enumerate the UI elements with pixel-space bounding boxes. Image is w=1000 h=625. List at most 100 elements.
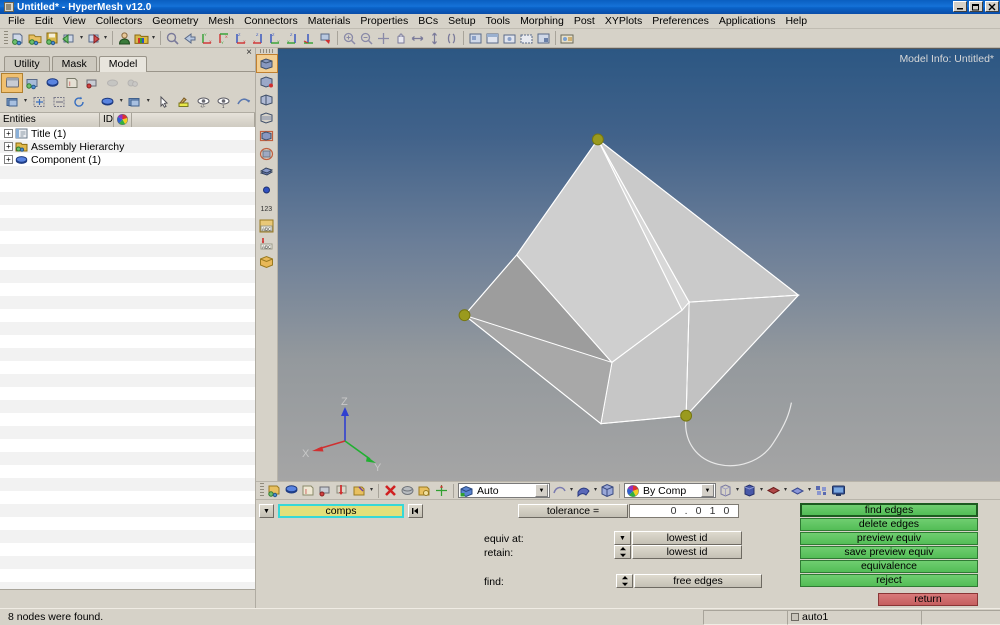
solid-box-icon[interactable] bbox=[741, 482, 758, 499]
tab-model[interactable]: Model bbox=[98, 56, 148, 72]
refresh-icon[interactable] bbox=[69, 93, 89, 111]
surface-display-dropdown-arrow[interactable]: ▾ bbox=[592, 482, 599, 499]
mesh-lines-icon[interactable] bbox=[257, 109, 277, 126]
geometry-toolbar-grip[interactable] bbox=[260, 483, 264, 498]
toolbar-grip[interactable] bbox=[4, 30, 8, 46]
numbers-123-icon[interactable]: 123 bbox=[257, 199, 277, 216]
node-edit-icon[interactable] bbox=[334, 482, 351, 499]
geometry-dropdown-arrow[interactable]: ▾ bbox=[368, 482, 375, 499]
menu-item-tools[interactable]: Tools bbox=[481, 14, 516, 29]
menu-item-edit[interactable]: Edit bbox=[30, 14, 58, 29]
screenshot-icon[interactable] bbox=[559, 30, 576, 47]
expand-all-icon[interactable] bbox=[29, 93, 49, 111]
zoom-in-icon[interactable] bbox=[341, 30, 358, 47]
export-dropdown-arrow[interactable]: ▾ bbox=[102, 30, 109, 47]
reject-button[interactable]: reject bbox=[800, 574, 978, 587]
menu-item-help[interactable]: Help bbox=[780, 14, 812, 29]
axis-xz-icon[interactable]: ZX bbox=[249, 30, 266, 47]
save-preview-equiv-button[interactable]: save preview equiv bbox=[800, 546, 978, 559]
menu-item-collectors[interactable]: Collectors bbox=[91, 14, 148, 29]
diamond-dropdown-arrow[interactable]: ▾ bbox=[782, 482, 789, 499]
retain-value[interactable]: lowest id bbox=[632, 545, 742, 559]
panel-close-icon[interactable]: × bbox=[246, 48, 252, 58]
solver-icon[interactable] bbox=[82, 74, 102, 92]
equiv-at-value[interactable]: lowest id bbox=[632, 531, 742, 545]
status-field-right[interactable] bbox=[921, 609, 1000, 625]
comps-selector-button[interactable]: comps bbox=[278, 504, 404, 518]
geom-edit-icon[interactable] bbox=[283, 482, 300, 499]
retain-spinner[interactable] bbox=[614, 545, 631, 559]
find-edges-button[interactable]: find edges bbox=[800, 503, 978, 517]
expander-icon[interactable]: + bbox=[4, 155, 13, 164]
flag-icon[interactable] bbox=[317, 30, 334, 47]
equivalence-button[interactable]: equivalence bbox=[800, 560, 978, 573]
expander-icon[interactable]: + bbox=[4, 129, 13, 138]
wire-box-icon[interactable] bbox=[717, 482, 734, 499]
menu-item-post[interactable]: Post bbox=[569, 14, 600, 29]
new-model-icon[interactable] bbox=[10, 30, 27, 47]
menu-item-mesh[interactable]: Mesh bbox=[203, 14, 239, 29]
solid-display-icon[interactable] bbox=[599, 482, 616, 499]
geom-temp-icon[interactable] bbox=[317, 482, 334, 499]
view-iso-icon[interactable] bbox=[501, 30, 518, 47]
surfaces-icon[interactable] bbox=[257, 163, 277, 180]
tab-mask[interactable]: Mask bbox=[51, 56, 97, 71]
axis-yz-icon[interactable]: ZY bbox=[283, 30, 300, 47]
open-model-icon[interactable] bbox=[27, 30, 44, 47]
export-icon[interactable] bbox=[85, 30, 102, 47]
view-named-icon[interactable] bbox=[535, 30, 552, 47]
display-folder-dropdown-arrow[interactable]: ▾ bbox=[145, 93, 152, 110]
line-display-icon[interactable] bbox=[551, 482, 568, 499]
chevron-down-icon[interactable]: ▼ bbox=[535, 484, 548, 497]
color-mode-select[interactable]: By Comp ▼ bbox=[624, 483, 716, 498]
axis-rotate-icon[interactable] bbox=[300, 30, 317, 47]
axis-xy-icon[interactable]: YX bbox=[215, 30, 232, 47]
find-spinner[interactable] bbox=[616, 574, 633, 588]
folder-dropdown-arrow[interactable]: ▾ bbox=[22, 93, 29, 110]
arrows-horizontal-icon[interactable] bbox=[409, 30, 426, 47]
shrink-icon[interactable] bbox=[399, 482, 416, 499]
expander-icon[interactable]: + bbox=[4, 142, 13, 151]
return-button[interactable]: return bbox=[878, 593, 978, 606]
solid-box-dropdown-arrow[interactable]: ▾ bbox=[758, 482, 765, 499]
geom-create-icon[interactable] bbox=[266, 482, 283, 499]
feature-lines-icon[interactable] bbox=[257, 127, 277, 144]
menu-item-bcs[interactable]: BCs bbox=[413, 14, 443, 29]
abc-panel-icon[interactable]: ABC bbox=[257, 217, 277, 234]
entity-type-dropdown[interactable]: ▼ bbox=[259, 504, 274, 518]
menu-item-geometry[interactable]: Geometry bbox=[147, 14, 203, 29]
menu-item-xyplots[interactable]: XYPlots bbox=[600, 14, 647, 29]
folder-dropdown-icon[interactable] bbox=[2, 93, 22, 111]
palette-dropdown-arrow[interactable]: ▾ bbox=[150, 30, 157, 47]
plane-dropdown-arrow[interactable]: ▾ bbox=[806, 482, 813, 499]
shaded-elements-icon[interactable] bbox=[257, 91, 277, 108]
pan-hand-icon[interactable] bbox=[392, 30, 409, 47]
column-header-id[interactable]: ID bbox=[100, 112, 114, 127]
reverse-icon[interactable] bbox=[233, 93, 253, 111]
save-model-icon[interactable] bbox=[44, 30, 61, 47]
menu-item-materials[interactable]: Materials bbox=[303, 14, 356, 29]
model-browser-icon[interactable] bbox=[1, 72, 23, 93]
menu-item-properties[interactable]: Properties bbox=[355, 14, 413, 29]
preview-equiv-button[interactable]: preview equiv bbox=[800, 532, 978, 545]
menu-item-view[interactable]: View bbox=[58, 14, 91, 29]
translate-icon[interactable] bbox=[433, 482, 450, 499]
wireframe-geometry-icon[interactable] bbox=[257, 73, 277, 90]
mesh-mode-select[interactable]: Auto ▼ bbox=[458, 483, 550, 498]
mesh-fill-icon[interactable] bbox=[257, 253, 277, 270]
organize-icon[interactable] bbox=[416, 482, 433, 499]
transparency-icon[interactable] bbox=[257, 145, 277, 162]
highlight-icon[interactable] bbox=[173, 93, 193, 111]
minimize-button[interactable] bbox=[953, 1, 967, 12]
menu-item-applications[interactable]: Applications bbox=[714, 14, 781, 29]
view-save-icon[interactable] bbox=[467, 30, 484, 47]
axis-zy-icon[interactable]: ZY bbox=[266, 30, 283, 47]
menu-item-preferences[interactable]: Preferences bbox=[647, 14, 714, 29]
geom-delete-icon[interactable]: I bbox=[300, 482, 317, 499]
vtoolbar-grip[interactable] bbox=[260, 49, 273, 53]
find-value[interactable]: free edges bbox=[634, 574, 762, 588]
mesh-grid-icon[interactable] bbox=[813, 482, 830, 499]
user-profile-icon[interactable] bbox=[116, 30, 133, 47]
shaded-geometry-icon[interactable] bbox=[255, 54, 278, 73]
color-palette-icon[interactable] bbox=[133, 30, 150, 47]
